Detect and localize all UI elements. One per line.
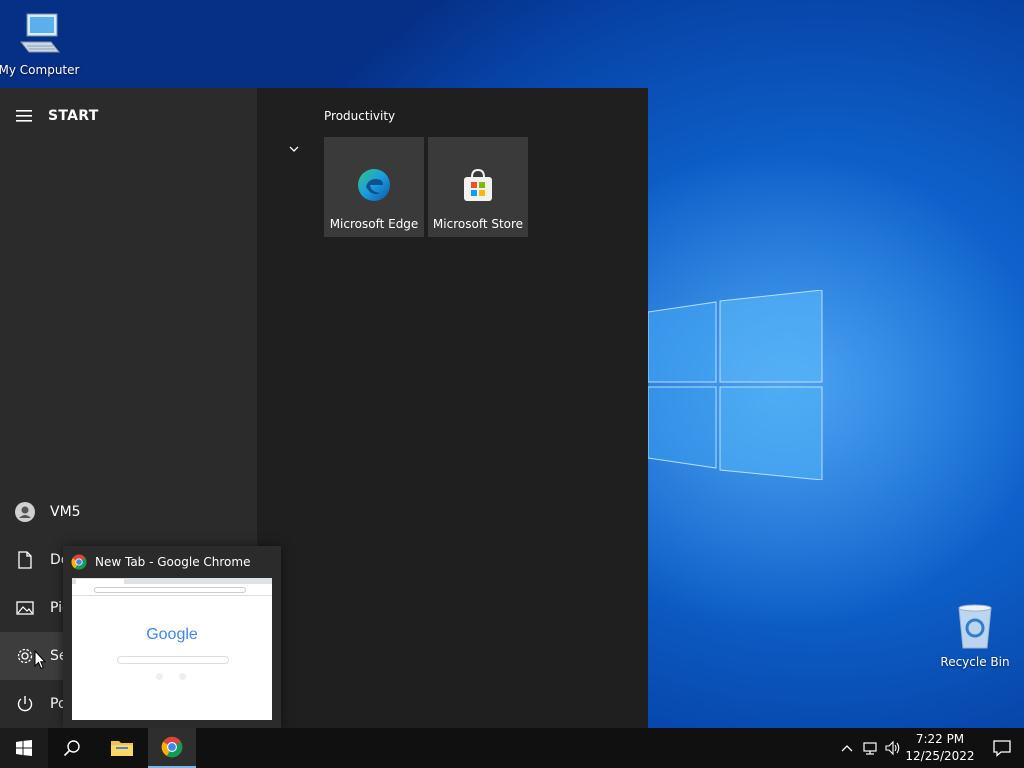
windows-start-icon	[16, 740, 32, 756]
pictures-icon	[16, 601, 34, 615]
start-tiles-area: Productivity Microsoft Edge Microsoft St…	[257, 88, 648, 728]
preview-title: New Tab - Google Chrome	[95, 555, 251, 569]
start-header[interactable]: START	[0, 102, 257, 130]
tile-label: Microsoft Edge	[329, 217, 419, 231]
tile-microsoft-store[interactable]: Microsoft Store	[428, 137, 528, 237]
desktop-icon-my-computer[interactable]: My Computer	[0, 10, 84, 77]
mouse-cursor-icon	[34, 650, 46, 670]
google-logo: Google	[146, 626, 198, 643]
tile-microsoft-edge[interactable]: Microsoft Edge	[324, 137, 424, 237]
user-avatar-icon	[15, 502, 35, 522]
windows-logo-wallpaper	[648, 290, 823, 480]
notification-icon	[993, 740, 1011, 757]
chrome-icon	[161, 736, 183, 758]
user-name: VM5	[50, 504, 81, 520]
chevron-up-icon[interactable]	[839, 740, 855, 756]
tile-label: Microsoft Store	[432, 217, 524, 231]
preview-header: New Tab - Google Chrome	[71, 554, 250, 570]
chrome-icon	[71, 554, 87, 570]
taskbar-clock[interactable]: 7:22 PM 12/25/2022	[904, 731, 976, 765]
desktop-icon-label: My Computer	[0, 63, 80, 77]
computer-icon	[19, 13, 61, 53]
chevron-down-icon[interactable]	[287, 142, 301, 156]
volume-icon[interactable]	[885, 740, 901, 756]
chrome-window-preview[interactable]: New Tab - Google Chrome Google	[63, 546, 281, 728]
file-explorer-icon	[111, 741, 133, 756]
clock-date: 12/25/2022	[905, 749, 975, 763]
taskbar: 7:22 PM 12/25/2022	[0, 728, 1024, 768]
start-title: START	[48, 108, 99, 124]
search-icon	[63, 740, 80, 757]
tile-group-title[interactable]: Productivity	[324, 109, 395, 123]
gear-icon	[17, 648, 33, 664]
hamburger-icon[interactable]	[16, 110, 32, 122]
action-center-button[interactable]	[980, 728, 1024, 768]
taskbar-chrome[interactable]	[148, 728, 196, 768]
recycle-bin-icon	[958, 604, 992, 649]
power-icon	[17, 696, 33, 712]
start-user-account[interactable]: VM5	[0, 488, 257, 536]
edge-icon	[358, 169, 390, 201]
desktop-icon-recycle-bin[interactable]: Recycle Bin	[930, 602, 1020, 669]
store-icon	[464, 168, 492, 201]
taskbar-file-explorer[interactable]	[98, 728, 146, 768]
clock-time: 7:22 PM	[915, 732, 965, 746]
preview-thumbnail: Google	[72, 578, 272, 720]
network-icon[interactable]	[862, 740, 878, 756]
document-icon	[18, 551, 32, 569]
desktop-icon-label: Recycle Bin	[940, 655, 1010, 669]
start-button[interactable]	[0, 728, 48, 768]
taskbar-search-button[interactable]	[48, 728, 96, 768]
